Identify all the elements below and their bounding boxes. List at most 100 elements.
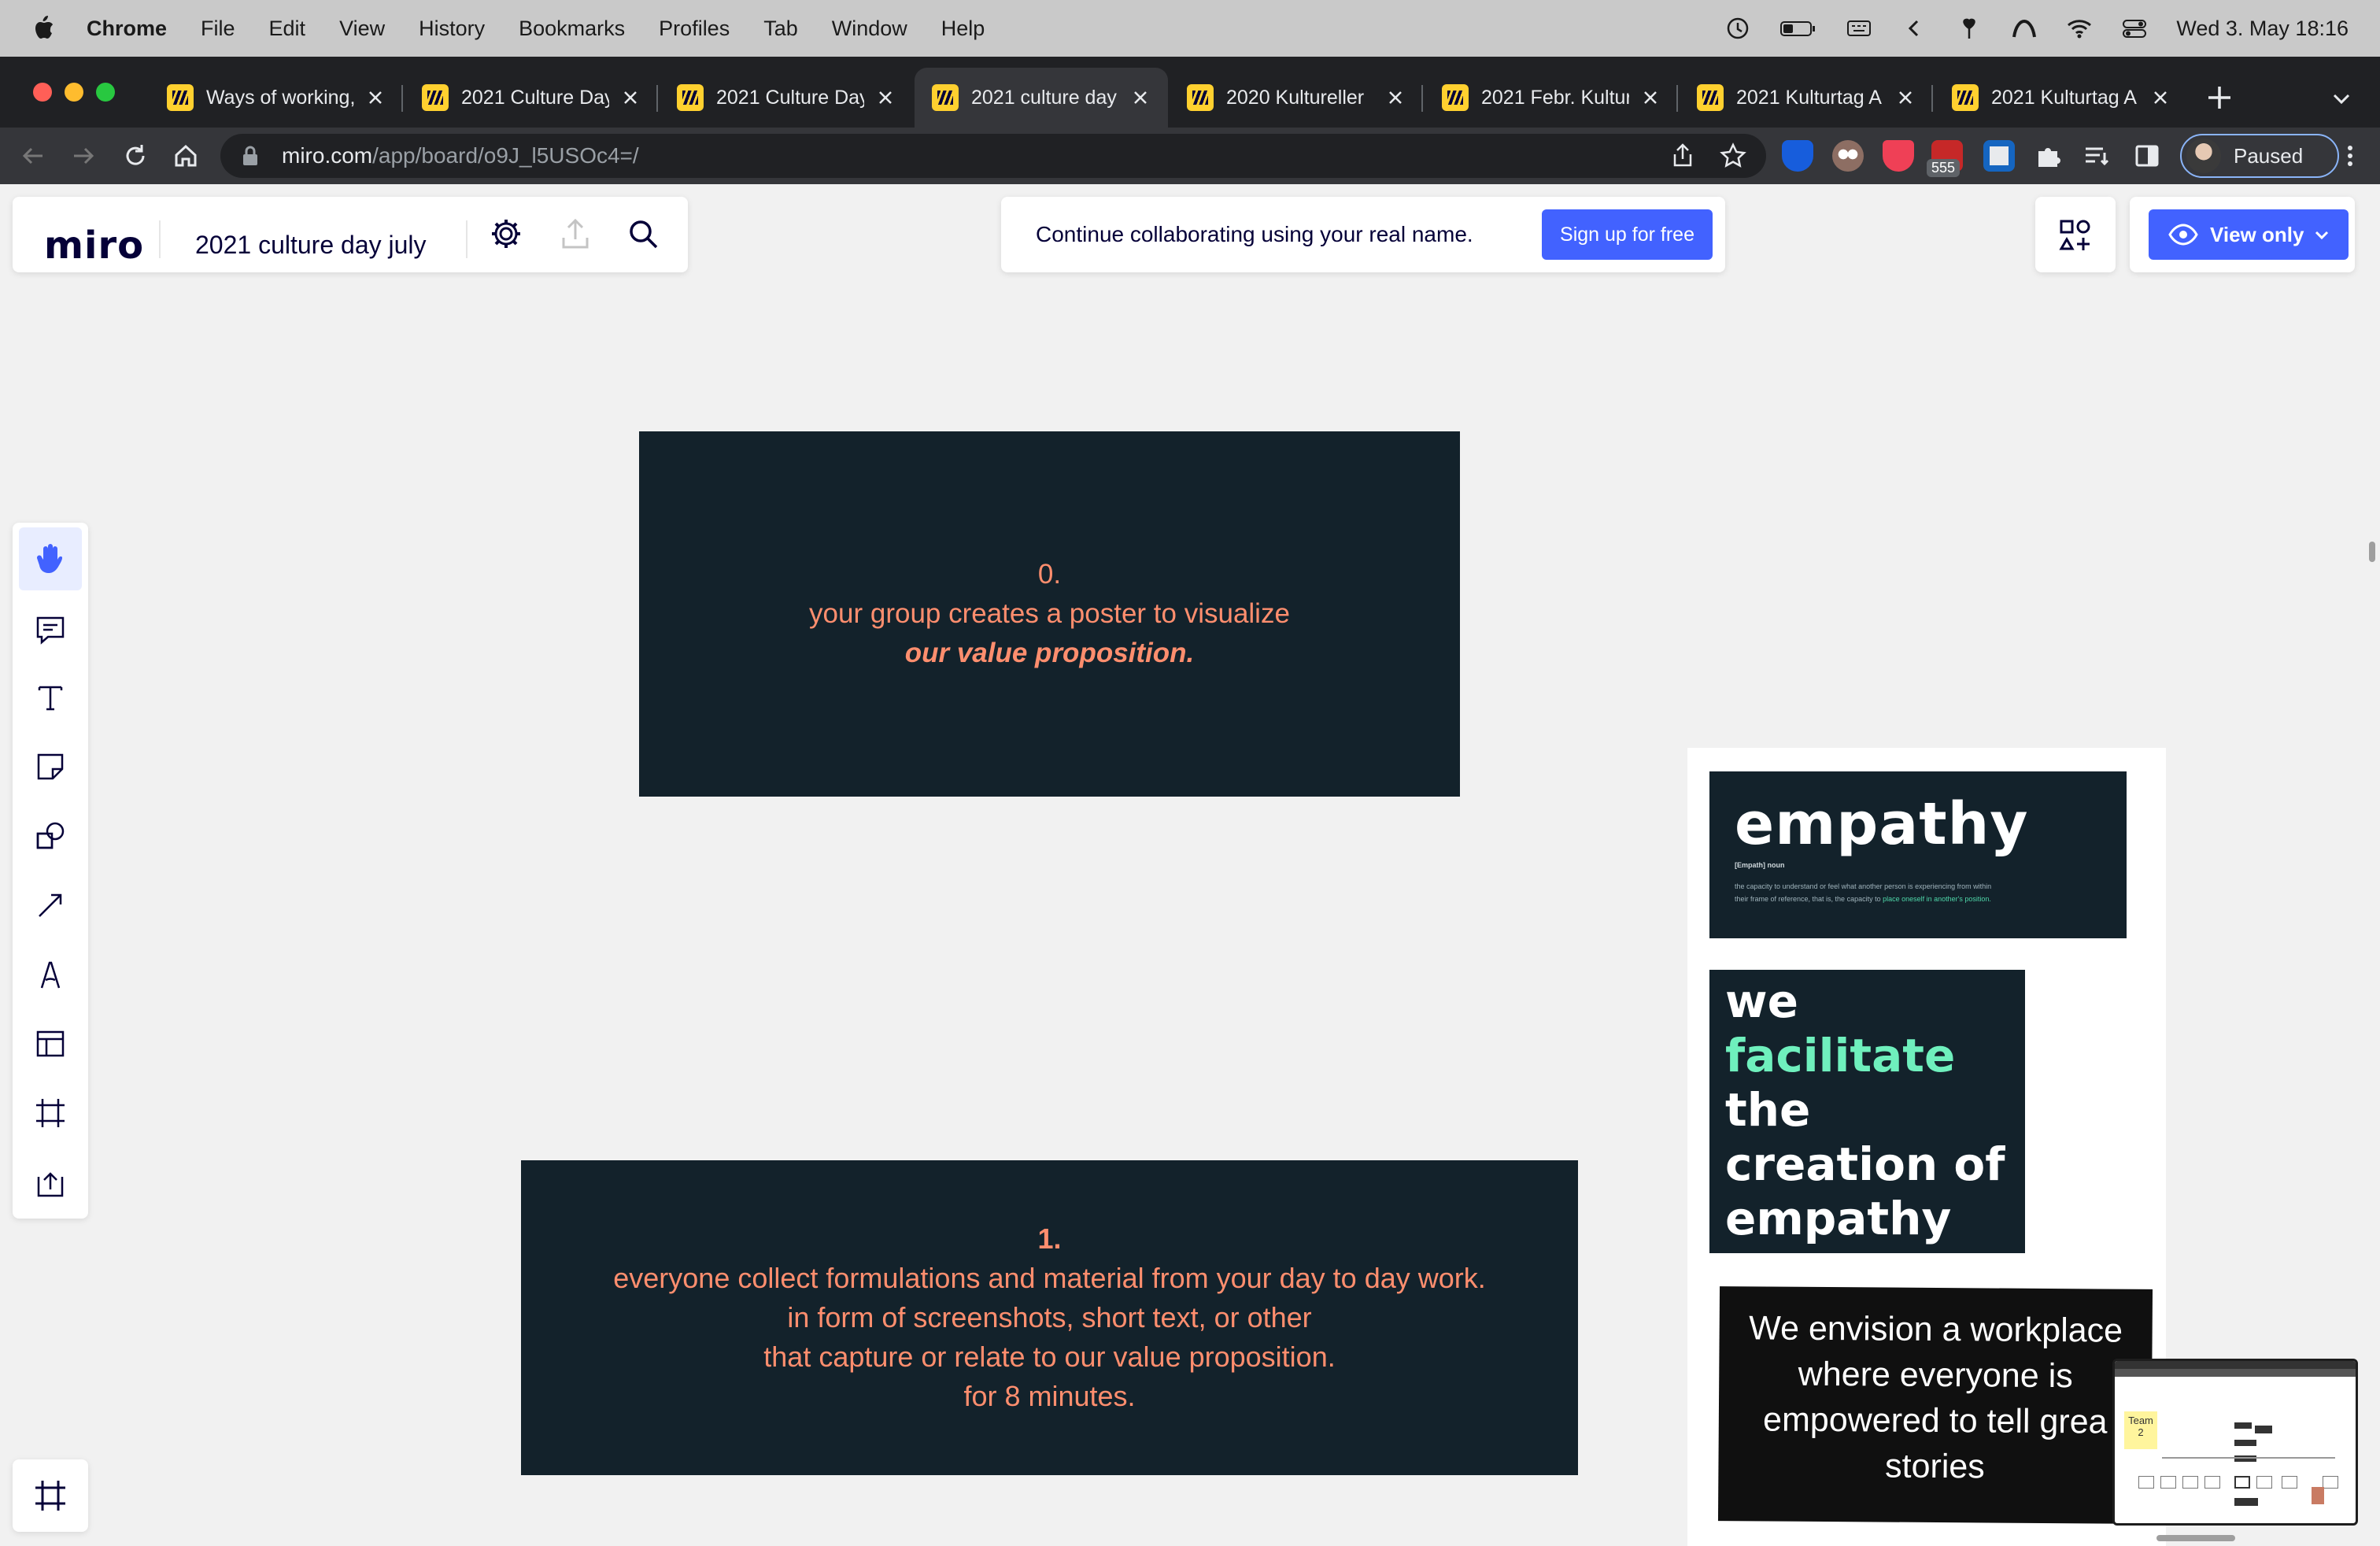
apple-icon[interactable] (31, 15, 55, 42)
vision-statement-image[interactable]: We envision a workplace where everyone i… (1717, 1286, 2153, 1524)
menu-bookmarks[interactable]: Bookmarks (519, 17, 625, 41)
tab-title: 2021 Kulturtag A (1736, 86, 1882, 109)
comment-tool[interactable] (19, 598, 82, 661)
close-tab-icon[interactable] (1640, 87, 1661, 108)
chevron-down-icon (2315, 231, 2329, 240)
browser-tab[interactable]: 2021 Febr. Kultur (1425, 68, 1678, 128)
reading-list-icon[interactable] (2082, 142, 2111, 170)
browser-tab[interactable]: 2021 Culture Day (405, 68, 658, 128)
close-tab-icon[interactable] (2150, 87, 2171, 108)
close-tab-icon[interactable] (365, 87, 386, 108)
close-tab-icon[interactable] (620, 87, 641, 108)
battery-icon[interactable] (1779, 15, 1817, 42)
hand-tool[interactable] (19, 527, 82, 590)
tab-title: 2021 Febr. Kultur (1481, 86, 1629, 109)
home-icon[interactable] (172, 142, 200, 170)
share-icon[interactable] (1669, 142, 1697, 170)
facilitate-empathy-image[interactable]: we facilitate the creation of empathy (1709, 970, 2025, 1253)
close-tab-icon[interactable] (1385, 87, 1406, 108)
browser-tab[interactable]: 2021 Kulturtag A (1935, 68, 2188, 128)
empathy-pos: [Empath] noun (1735, 861, 1785, 869)
step-number: 1. (1037, 1222, 1062, 1255)
wifi-icon[interactable] (2066, 15, 2093, 42)
new-tab-icon[interactable] (2204, 82, 2235, 113)
menu-profiles[interactable]: Profiles (659, 17, 730, 41)
owl-extension-icon[interactable] (1832, 140, 1864, 172)
export-icon[interactable] (557, 216, 593, 252)
instruction-card-step-1[interactable]: 1. everyone collect formulations and mat… (521, 1160, 1578, 1475)
menu-window[interactable]: Window (832, 17, 907, 41)
time-machine-icon[interactable] (1724, 15, 1751, 42)
gear-icon[interactable] (488, 216, 524, 252)
pocket-extension-icon[interactable] (1883, 140, 1914, 172)
board-name[interactable]: 2021 culture day july (195, 231, 427, 260)
view-only-button[interactable]: View only (2149, 209, 2349, 260)
browser-tab-active[interactable]: 2021 culture day (915, 68, 1168, 128)
close-tab-icon[interactable] (875, 87, 896, 108)
upload-tool[interactable] (19, 1151, 82, 1214)
side-panel-icon[interactable] (2133, 142, 2161, 170)
apps-button[interactable] (2035, 197, 2116, 272)
pen-tool[interactable] (19, 943, 82, 1006)
board-minimap[interactable]: Team 2 (2112, 1359, 2358, 1526)
miro-favicon (167, 84, 194, 111)
sign-up-button[interactable]: Sign up for free (1542, 209, 1713, 260)
control-center-icon[interactable] (2121, 15, 2148, 42)
menu-tab[interactable]: Tab (763, 17, 798, 41)
forward-icon[interactable] (69, 142, 98, 170)
browser-tab[interactable]: Ways of working, (150, 68, 403, 128)
tab-search-chevron-icon[interactable] (2330, 87, 2353, 110)
arc-icon[interactable] (2011, 15, 2038, 42)
profile-button[interactable]: Paused (2180, 134, 2339, 178)
browser-tab[interactable]: 2020 Kultureller (1170, 68, 1423, 128)
apps-grid-icon (2059, 220, 2090, 250)
signup-message: Continue collaborating using your real n… (1036, 222, 1473, 246)
text-tool[interactable] (19, 666, 82, 729)
address-bar[interactable]: miro.com/app/board/o9J_l5USOc4=/ (220, 134, 1766, 178)
frame-icon (36, 1099, 65, 1127)
window-close-button[interactable] (33, 83, 52, 102)
bitwarden-extension-icon[interactable] (1782, 140, 1813, 172)
bookmark-star-icon[interactable] (1719, 142, 1747, 170)
extensions-puzzle-icon[interactable] (2034, 142, 2062, 170)
empathy-definition-image[interactable]: empathy [Empath] noun the capacity to un… (1709, 771, 2127, 938)
more-menu-icon[interactable] (2336, 142, 2364, 170)
instruction-card-step-0[interactable]: 0. your group creates a poster to visual… (639, 431, 1460, 797)
menu-history[interactable]: History (419, 17, 485, 41)
lock-icon[interactable] (241, 145, 260, 167)
back-icon[interactable] (19, 142, 47, 170)
window-maximize-button[interactable] (96, 83, 115, 102)
chevron-left-icon[interactable] (1901, 15, 1927, 42)
card-text: for 8 minutes. (963, 1380, 1136, 1412)
miro-favicon (1187, 84, 1214, 111)
window-minimize-button[interactable] (65, 83, 83, 102)
menu-app-name[interactable]: Chrome (87, 17, 167, 41)
cube-extension-icon[interactable] (1983, 140, 2015, 172)
arrow-line-icon (39, 893, 62, 917)
horizontal-scrollbar[interactable] (2156, 1535, 2235, 1541)
search-icon[interactable] (625, 216, 661, 252)
macos-menubar: Chrome File Edit View History Bookmarks … (0, 0, 2380, 57)
browser-tab[interactable]: 2021 Kulturtag A (1680, 68, 1933, 128)
close-tab-icon[interactable] (1895, 87, 1916, 108)
sticky-note-tool[interactable] (19, 735, 82, 798)
menu-view[interactable]: View (339, 17, 385, 41)
vertical-scrollbar[interactable] (2369, 542, 2375, 562)
miro-logo[interactable]: miro (44, 224, 144, 268)
arrow-tool[interactable] (19, 874, 82, 937)
browser-tab[interactable]: 2021 Culture Day (660, 68, 913, 128)
frame-tool[interactable] (19, 1082, 82, 1145)
shapes-tool[interactable] (19, 804, 82, 867)
miro-favicon (1697, 84, 1724, 111)
fan-icon[interactable] (1956, 15, 1983, 42)
templates-tool[interactable] (19, 1012, 82, 1075)
reload-icon[interactable] (121, 142, 150, 170)
url-path: /app/board/o9J_l5USOc4=/ (372, 143, 639, 168)
menu-help[interactable]: Help (941, 17, 985, 41)
menubar-clock[interactable]: Wed 3. May 18:16 (2176, 17, 2349, 41)
menu-edit[interactable]: Edit (269, 17, 306, 41)
close-tab-icon[interactable] (1130, 87, 1151, 108)
frames-panel-button[interactable] (13, 1459, 88, 1532)
menu-file[interactable]: File (201, 17, 235, 41)
keyboard-icon[interactable] (1846, 15, 1872, 42)
